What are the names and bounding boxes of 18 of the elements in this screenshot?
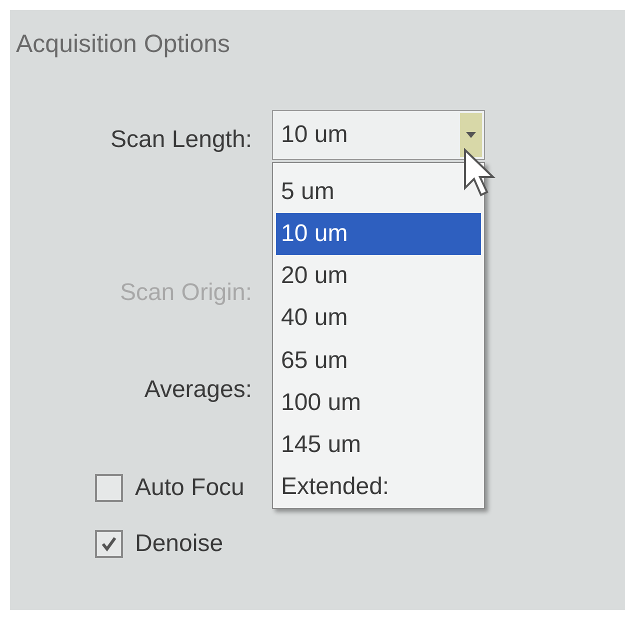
- field-label: Scan Length:: [110, 125, 252, 155]
- checkbox-label: Denoise: [135, 529, 224, 559]
- checkmark-icon: [100, 535, 118, 553]
- caret-icon: [466, 132, 476, 138]
- dropdown-option[interactable]: 20 um: [276, 255, 481, 298]
- dropdown-option[interactable]: 65 um: [276, 340, 481, 382]
- dropdown-button[interactable]: [460, 113, 482, 157]
- group-title: Acquisition Options: [16, 29, 230, 60]
- field-label: Averages:: [144, 375, 252, 405]
- checkbox[interactable]: [95, 530, 123, 558]
- dropdown-option[interactable]: 40 um: [276, 297, 481, 340]
- dropdown-option[interactable]: 10 um: [276, 213, 481, 256]
- checkbox[interactable]: [95, 474, 123, 502]
- dropdown-option[interactable]: 100 um: [276, 382, 481, 424]
- checkbox-label: Auto Focu: [135, 473, 244, 503]
- dropdown-option[interactable]: 145 um: [276, 424, 481, 466]
- scan-length-dropdown[interactable]: 10 um: [272, 110, 485, 160]
- dropdown-option[interactable]: Extended:: [276, 466, 481, 508]
